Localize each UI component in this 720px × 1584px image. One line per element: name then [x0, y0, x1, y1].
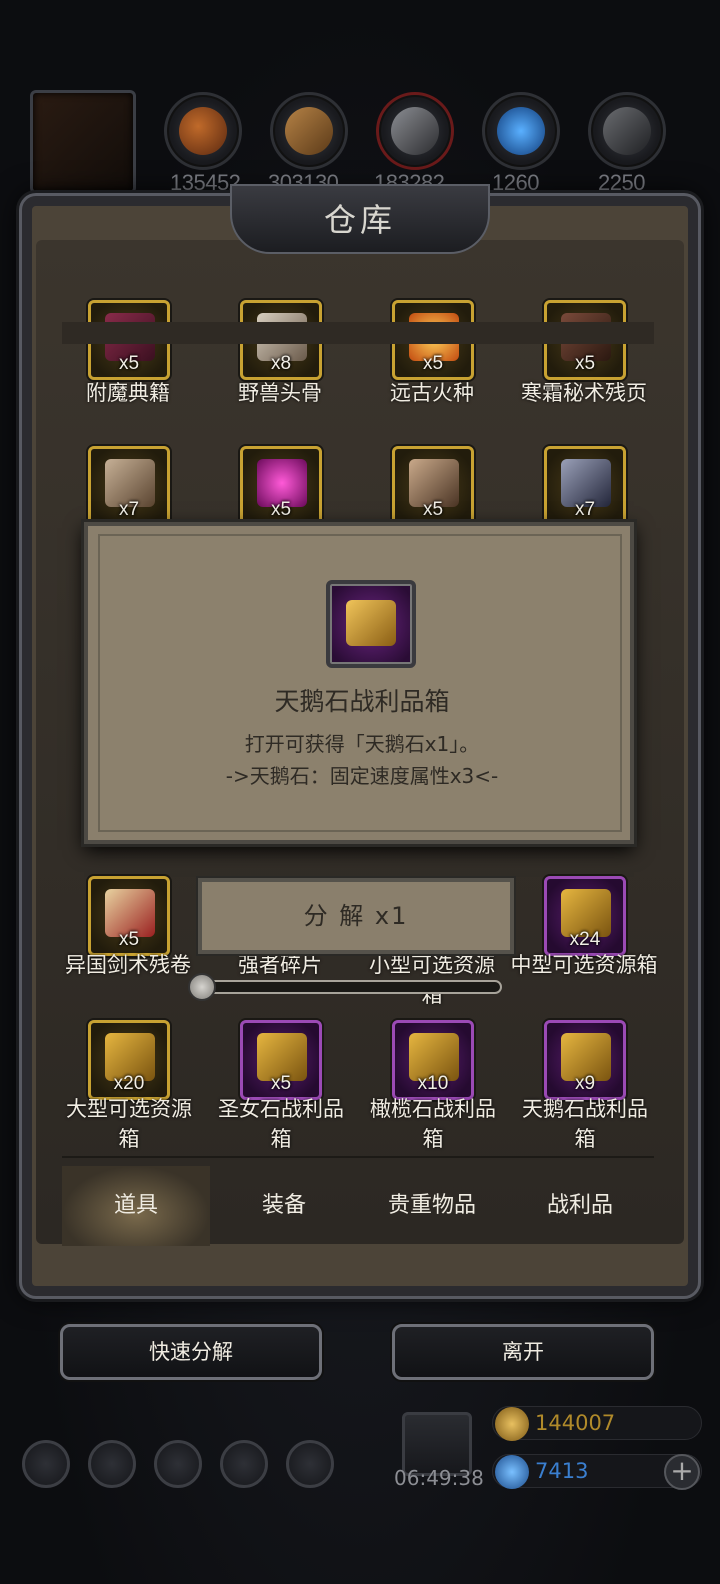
item-name: 橄榄石战利品箱: [370, 1097, 496, 1151]
quantity-slider[interactable]: [198, 980, 502, 994]
settings-icon[interactable]: [22, 1440, 70, 1488]
tab-equipment[interactable]: 装备: [210, 1166, 358, 1246]
item-slot[interactable]: x9: [544, 1020, 626, 1100]
mail-icon[interactable]: [220, 1440, 268, 1488]
decompose-button[interactable]: 分 解 x1: [198, 878, 514, 954]
army-icon[interactable]: [154, 1440, 202, 1488]
tab-items[interactable]: 道具: [62, 1166, 210, 1246]
page-title: 仓库: [323, 201, 396, 239]
hero-portrait[interactable]: [30, 90, 136, 194]
item-slot[interactable]: x7: [544, 446, 626, 526]
item-name: 寒霜秘术残页: [521, 381, 647, 405]
gold-coin-icon: [495, 1407, 529, 1441]
tab-loot[interactable]: 战利品: [506, 1166, 654, 1246]
item-slot[interactable]: x5: [240, 1020, 322, 1100]
item-name: 远古火种: [390, 381, 474, 405]
item-slot[interactable]: x20: [88, 1020, 170, 1100]
item-name: 强者碎片: [238, 953, 322, 977]
tab-bar: 道具 装备 贵重物品 战利品: [62, 1166, 654, 1246]
item-name: 中型可选资源箱: [510, 953, 658, 977]
item-name: 异国剑术残卷: [65, 953, 191, 977]
food-icon[interactable]: [164, 92, 242, 170]
hero-icon[interactable]: [88, 1440, 136, 1488]
leave-button[interactable]: 离开: [392, 1324, 654, 1380]
divider: [62, 1156, 654, 1158]
game-screen: 135452 303130 183282 1260 2250 仓库 x5 x8 …: [0, 0, 720, 1584]
iron-icon[interactable]: [376, 92, 454, 170]
steel-icon[interactable]: [588, 92, 666, 170]
popup-effect: ->天鹅石：固定速度属性x3<-: [225, 764, 499, 788]
slider-knob[interactable]: [188, 973, 216, 1001]
item-name: 附魔典籍: [86, 381, 170, 405]
crystal-amount: 1260: [492, 170, 539, 195]
add-currency-button[interactable]: +: [664, 1454, 700, 1490]
item-slot[interactable]: x7: [88, 446, 170, 526]
crystal-icon[interactable]: [482, 92, 560, 170]
popup-title: 天鹅石战利品箱: [274, 687, 450, 716]
tab-valuables[interactable]: 贵重物品: [358, 1166, 506, 1246]
scroll-clip: [62, 322, 654, 344]
steel-amount: 2250: [598, 170, 645, 195]
item-slot[interactable]: x5: [392, 446, 474, 526]
gift-timer: 06:49:38: [394, 1466, 484, 1490]
item-slot[interactable]: x10: [392, 1020, 474, 1100]
item-slot[interactable]: x24: [544, 876, 626, 956]
map-icon[interactable]: [286, 1440, 334, 1488]
item-name: 野兽头骨: [238, 381, 322, 405]
gold-amount: 144007: [535, 1411, 616, 1435]
gold-counter: 144007: [492, 1406, 702, 1441]
item-slot[interactable]: x5: [88, 876, 170, 956]
item-name: 圣女石战利品箱: [218, 1097, 344, 1151]
gem-icon: [495, 1455, 529, 1489]
item-detail-popup: 天鹅石战利品箱 打开可获得「天鹅石x1」。 ->天鹅石：固定速度属性x3<-: [84, 522, 634, 844]
chest-icon: [326, 580, 416, 668]
wood-icon[interactable]: [270, 92, 348, 170]
popup-body: 天鹅石战利品箱 打开可获得「天鹅石x1」。 ->天鹅石：固定速度属性x3<-: [98, 534, 622, 832]
gem-amount: 7413: [535, 1459, 589, 1483]
item-name: 大型可选资源箱: [66, 1097, 192, 1151]
item-name: 天鹅石战利品箱: [522, 1097, 648, 1151]
popup-description: 打开可获得「天鹅石x1」。: [244, 732, 480, 756]
item-slot[interactable]: x5: [240, 446, 322, 526]
quick-decompose-button[interactable]: 快速分解: [60, 1324, 322, 1380]
